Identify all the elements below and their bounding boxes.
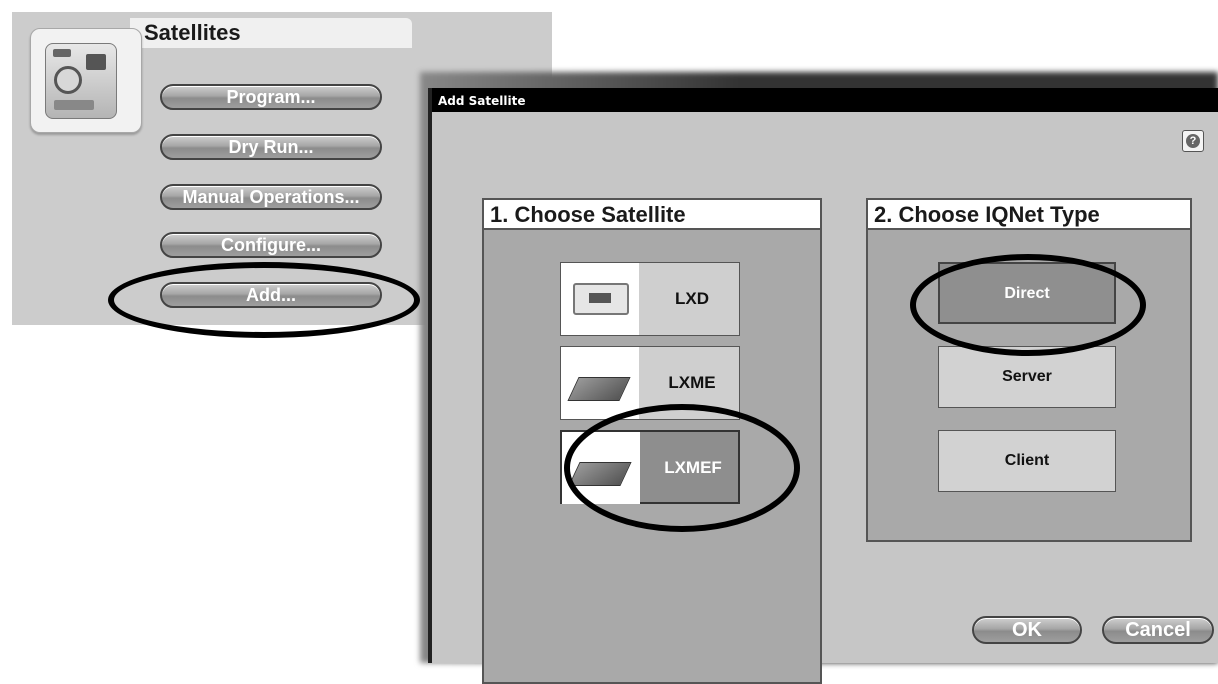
program-button[interactable]: Program...	[160, 84, 382, 110]
controller-thumbnail	[30, 28, 142, 133]
controller-icon	[45, 43, 117, 119]
satellite-option-lxd[interactable]: LXD	[560, 262, 740, 336]
dry-run-button[interactable]: Dry Run...	[160, 134, 382, 160]
satellite-option-lxme[interactable]: LXME	[560, 346, 740, 420]
iqnet-option-direct[interactable]: Direct	[938, 262, 1116, 324]
choose-satellite-title: 1. Choose Satellite	[490, 202, 686, 227]
lxme-device-image	[561, 347, 639, 419]
choose-iqnet-type-title: 2. Choose IQNet Type	[874, 202, 1100, 227]
choose-iqnet-type-group: 2. Choose IQNet Type Direct Server Clien…	[866, 198, 1192, 542]
choose-satellite-header: 1. Choose Satellite	[484, 200, 820, 230]
dialog-titlebar[interactable]: Add Satellite	[432, 88, 1218, 112]
satellite-option-lxmef[interactable]: LXMEF	[560, 430, 740, 504]
lxmef-device-image	[562, 432, 640, 504]
satellite-option-label: LXMEF	[664, 458, 722, 477]
satellite-option-label: LXD	[675, 289, 709, 308]
satellite-option-label: LXME	[668, 373, 716, 392]
choose-iqnet-type-header: 2. Choose IQNet Type	[868, 200, 1190, 230]
choose-satellite-group: 1. Choose Satellite LXD LXME LXMEF	[482, 198, 822, 684]
help-button[interactable]: ?	[1182, 130, 1204, 152]
configure-button[interactable]: Configure...	[160, 232, 382, 258]
manual-operations-button[interactable]: Manual Operations...	[160, 184, 382, 210]
iqnet-option-client[interactable]: Client	[938, 430, 1116, 492]
cancel-button[interactable]: Cancel	[1102, 616, 1214, 644]
add-button[interactable]: Add...	[160, 282, 382, 308]
ok-button[interactable]: OK	[972, 616, 1082, 644]
add-satellite-dialog: Add Satellite ? 1. Choose Satellite LXD …	[428, 88, 1218, 684]
satellites-title: Satellites	[144, 20, 241, 45]
lxd-device-image	[561, 263, 639, 335]
iqnet-option-server[interactable]: Server	[938, 346, 1116, 408]
help-icon: ?	[1186, 134, 1200, 148]
dialog-title: Add Satellite	[438, 94, 526, 108]
